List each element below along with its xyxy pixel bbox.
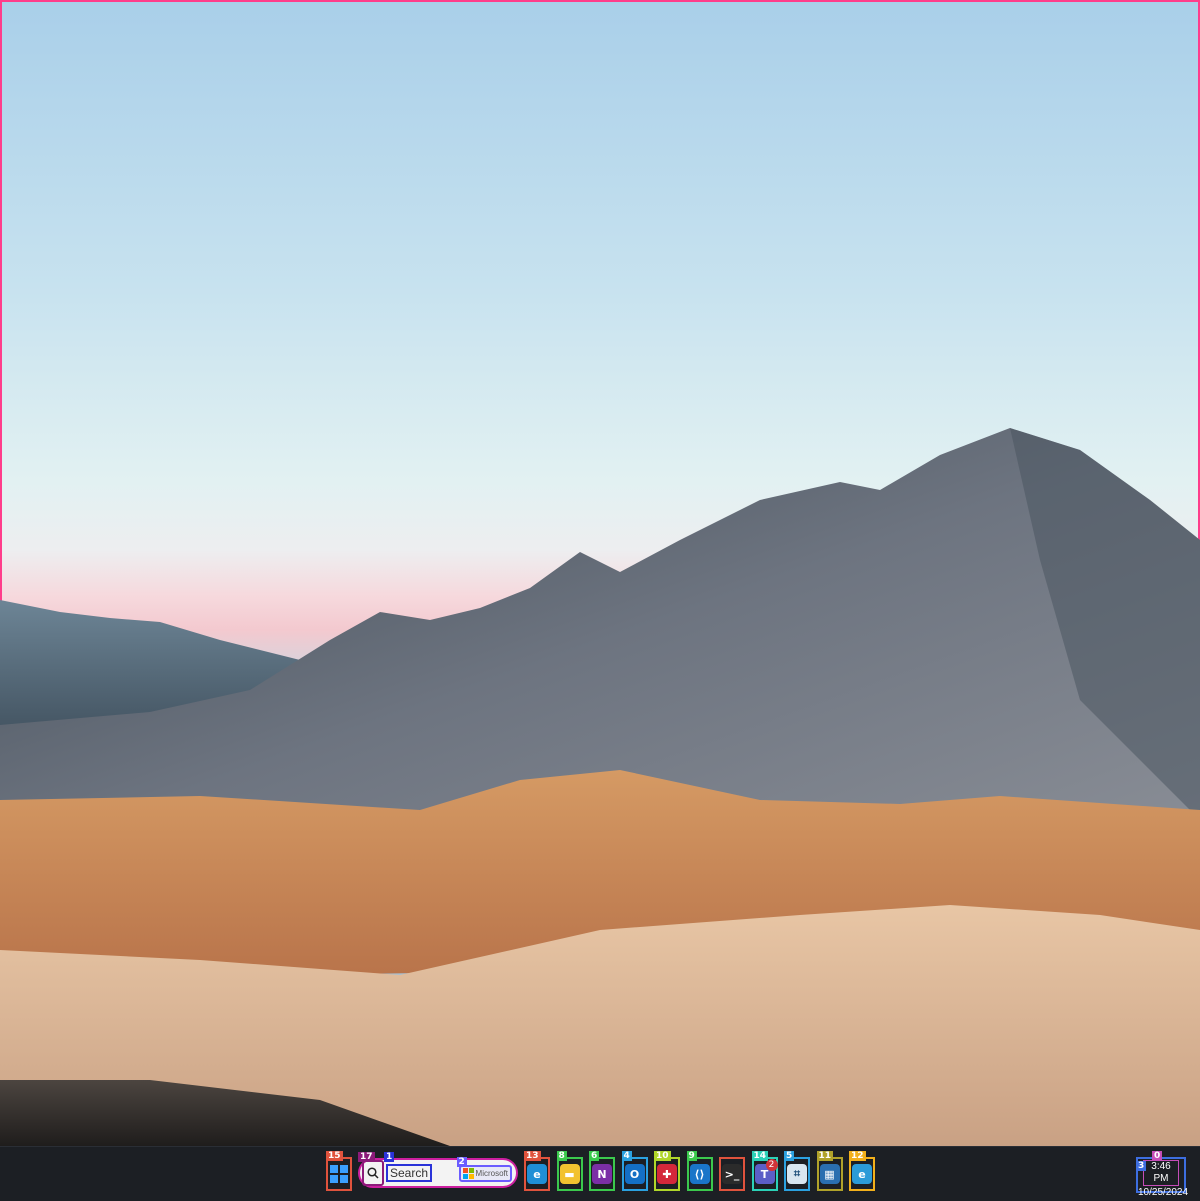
clock-date: 10/25/2024 — [1138, 1187, 1189, 1198]
windows-logo-icon — [330, 1165, 348, 1183]
taskbar-onenote-button[interactable]: 6N — [589, 1151, 615, 1191]
taskbar-edge-beta-button[interactable]: 12 e — [849, 1151, 875, 1191]
taskbar: 15 17 Search 1 2 Microsoft 13 e 8 ▬ 6 N … — [0, 1146, 1200, 1201]
search-input[interactable]: Search — [386, 1164, 433, 1182]
microsoft-logo[interactable]: 2 Microsoft — [456, 1156, 512, 1182]
taskbar-vscode-button[interactable]: 9 ⟨⟩ — [686, 1151, 713, 1191]
taskbar-vscode-badge: 9 — [686, 1151, 697, 1161]
search-icon[interactable] — [362, 1160, 384, 1186]
taskbar-file-explorer-badge: 8 — [556, 1151, 567, 1161]
search-input-badge: 1 — [384, 1152, 395, 1162]
taskbar-outlook-badge: 4 — [621, 1151, 632, 1161]
monitor-icon: ⌗ — [787, 1164, 807, 1184]
edge-beta-icon: e — [852, 1164, 872, 1184]
taskbar-terminal-button[interactable]: >_ — [719, 1157, 745, 1191]
outlook-icon: O — [624, 1164, 645, 1184]
taskbar-teams-notification: 2 — [765, 1159, 778, 1171]
taskbar-app-grid-button[interactable]: 11 ▦ — [816, 1151, 843, 1191]
tray-badge: 3 — [1136, 1161, 1147, 1171]
taskbar-edge-badge: 13 — [524, 1151, 541, 1161]
taskbar-edge-beta-badge: 12 — [849, 1151, 866, 1161]
terminal-icon: >_ — [722, 1164, 742, 1184]
clock[interactable]: 3 0 3:46 PM 10/25/2024 — [1136, 1151, 1188, 1198]
folder-icon: ▬ — [559, 1164, 580, 1184]
taskbar-onenote-badge: 6 — [589, 1151, 600, 1161]
edge-icon: e — [527, 1164, 547, 1184]
taskbar-edge-button[interactable]: 13 e — [524, 1151, 550, 1191]
taskbar-security-badge: 10 — [654, 1151, 671, 1161]
start-button[interactable]: 15 — [326, 1151, 352, 1191]
onenote-icon: N — [592, 1164, 612, 1184]
taskbar-outlook-button[interactable]: 4O — [621, 1151, 648, 1191]
shield-icon: ✚ — [657, 1164, 677, 1184]
microsoft-logo-icon — [462, 1167, 474, 1179]
taskbar-monitor-button[interactable]: 5 ⌗ — [784, 1151, 810, 1191]
clock-badge: 0 — [1152, 1151, 1163, 1161]
brand-badge: 2 — [456, 1156, 467, 1167]
search-box[interactable]: 17 Search 1 2 Microsoft — [358, 1152, 518, 1188]
microsoft-label: Microsoft — [475, 1168, 508, 1178]
taskbar-security-button[interactable]: 10 ✚ — [654, 1151, 680, 1191]
wallpaper-landscape — [0, 428, 1200, 1146]
taskbar-file-explorer-button[interactable]: 8 ▬ — [556, 1151, 583, 1191]
vscode-icon: ⟨⟩ — [689, 1164, 710, 1184]
grid-app-icon: ▦ — [819, 1164, 840, 1184]
taskbar-teams-button[interactable]: 14 T 2 — [751, 1151, 778, 1191]
taskbar-monitor-badge: 5 — [784, 1151, 795, 1161]
search-badge: 17 — [358, 1152, 375, 1162]
start-badge: 15 — [326, 1151, 343, 1161]
taskbar-app-grid-badge: 11 — [816, 1151, 834, 1161]
desktop-wallpaper — [0, 0, 1200, 1146]
taskbar-teams-badge: 14 — [751, 1151, 769, 1161]
clock-time: 3:46 PM — [1143, 1160, 1179, 1186]
